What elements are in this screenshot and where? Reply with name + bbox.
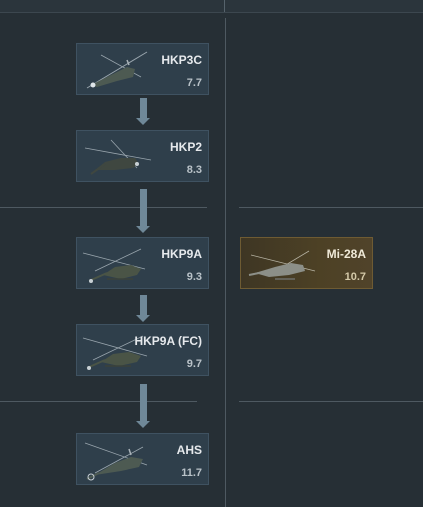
rank-separator bbox=[0, 207, 207, 208]
vehicle-name: HKP9A bbox=[161, 247, 202, 261]
column-divider-top bbox=[224, 0, 225, 12]
rank-separator bbox=[239, 401, 423, 402]
research-arrow-down bbox=[136, 189, 151, 233]
battle-rating: 9.3 bbox=[186, 271, 202, 283]
vehicle-name: HKP2 bbox=[169, 140, 202, 154]
vehicle-card-mi-28a[interactable]: Mi-28A 10.7 bbox=[240, 237, 373, 289]
vehicle-name: HKP9A (FC) bbox=[134, 334, 202, 348]
column-divider bbox=[225, 18, 226, 507]
battle-rating: 7.7 bbox=[186, 77, 202, 89]
vehicle-card-hkp9a[interactable]: HKP9A 9.3 bbox=[76, 237, 209, 289]
rank-separator bbox=[239, 207, 423, 208]
vehicle-card-hkp2[interactable]: HKP2 8.3 bbox=[76, 130, 209, 182]
helicopter-icon bbox=[82, 248, 146, 283]
vehicle-card-hkp3c[interactable]: HKP3C 7.7 bbox=[76, 43, 209, 95]
battle-rating: 10.7 bbox=[344, 271, 366, 283]
helicopter-icon bbox=[248, 250, 316, 280]
vehicle-card-ahs[interactable]: AHS 11.7 bbox=[76, 433, 209, 485]
tree-header-band bbox=[0, 0, 423, 13]
helicopter-icon bbox=[84, 442, 148, 481]
helicopter-icon bbox=[86, 51, 148, 89]
research-arrow-down bbox=[136, 295, 151, 322]
vehicle-name: AHS bbox=[176, 443, 202, 457]
helicopter-icon bbox=[84, 139, 152, 175]
rank-separator bbox=[0, 401, 197, 402]
vehicle-name: HKP3C bbox=[161, 53, 202, 67]
battle-rating: 8.3 bbox=[186, 164, 202, 176]
research-tree: HKP3C 7.7 HKP2 8.3 HKP9A 9.3 Mi-28A 10.7… bbox=[0, 0, 423, 507]
vehicle-card-hkp9a-fc[interactable]: HKP9A (FC) 9.7 bbox=[76, 324, 209, 376]
research-arrow-down bbox=[136, 98, 151, 125]
battle-rating: 11.7 bbox=[181, 467, 202, 479]
vehicle-name: Mi-28A bbox=[326, 247, 366, 261]
research-arrow-down bbox=[136, 384, 151, 428]
battle-rating: 9.7 bbox=[186, 358, 202, 370]
